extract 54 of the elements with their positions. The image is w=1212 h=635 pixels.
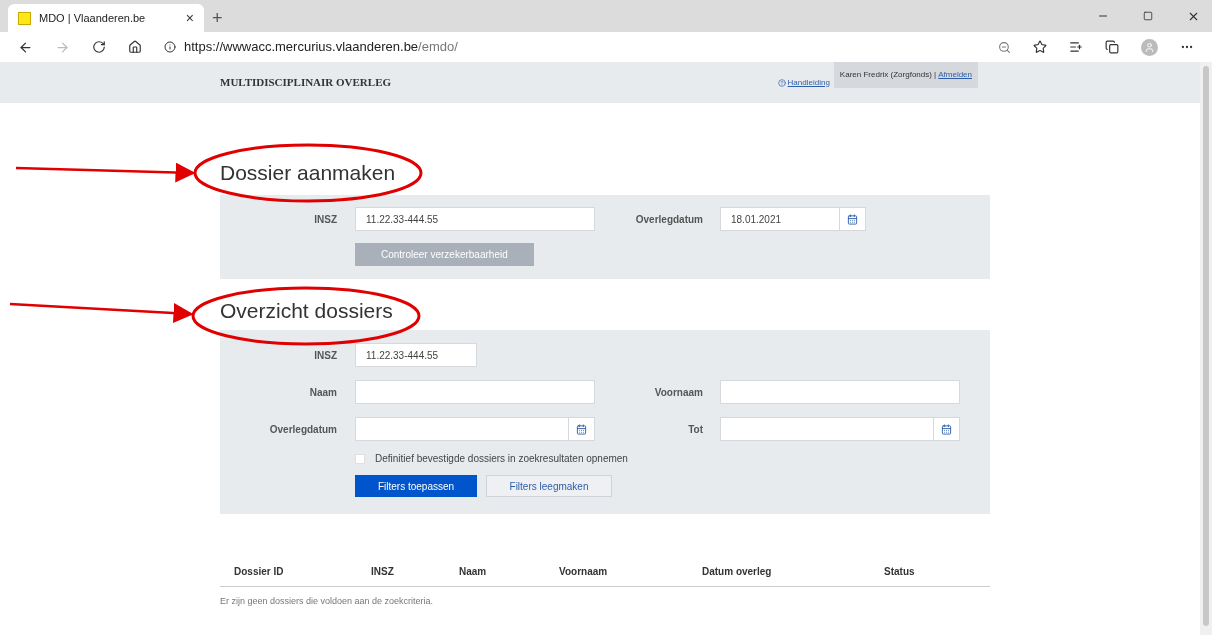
input-field[interactable]	[720, 380, 960, 404]
field-label: Naam	[308, 385, 337, 400]
collections-icon[interactable]	[1105, 40, 1119, 54]
column-header: Voornaam	[559, 566, 608, 577]
section-heading: Overzicht dossiers	[220, 298, 393, 324]
calendar-icon	[847, 213, 858, 225]
user-name: Karen Fredrix (Zorgfonds) |	[839, 69, 937, 81]
back-icon[interactable]	[18, 39, 33, 55]
field-label: INSZ	[313, 348, 337, 363]
scrollbar[interactable]	[1200, 62, 1212, 635]
reload-icon[interactable]	[92, 40, 106, 54]
person-icon	[1144, 41, 1155, 53]
help-icon	[777, 78, 786, 87]
tab-title: MDO | Vlaanderen.be	[39, 10, 147, 26]
date-field[interactable]	[720, 417, 960, 441]
field-label: Overlegdatum	[634, 212, 703, 227]
new-tab-button[interactable]: +	[204, 4, 231, 32]
field-label: Overlegdatum	[268, 422, 337, 437]
column-header: INSZ	[371, 566, 394, 577]
input-field[interactable]	[355, 380, 595, 404]
browser-tab[interactable]: MDO | Vlaanderen.be ×	[8, 4, 204, 32]
address-bar[interactable]: https://wwwacc.mercurius.vlaanderen.be/emdo/	[164, 34, 1011, 60]
calendar-icon	[941, 423, 952, 435]
empty-message: Er zijn geen dossiers die voldoen aan de zoekcriteria.	[220, 595, 435, 608]
field-label: INSZ	[313, 212, 337, 227]
zoom-icon[interactable]	[998, 40, 1011, 54]
column-header: Datum overleg	[702, 566, 772, 577]
site-title: MULTIDISCIPLINAIR OVERLEG	[220, 75, 392, 91]
column-header: Dossier ID	[234, 566, 284, 577]
date-field[interactable]: 18.01.2021	[720, 207, 866, 231]
field-label: Voornaam	[653, 385, 703, 400]
checkbox-label: Definitief bevestigde dossiers in zoekresultaten opnemen	[375, 452, 628, 466]
column-header: Status	[884, 566, 915, 577]
input-field[interactable]: 11.22.33-444.55	[355, 207, 595, 231]
field-label: Tot	[687, 422, 703, 437]
input-field[interactable]: 11.22.33-444.55	[355, 343, 477, 367]
logout-link[interactable]: Afmelden	[938, 69, 972, 81]
maximize-icon[interactable]	[1143, 11, 1153, 21]
site-logo-icon	[18, 11, 31, 25]
apply-filters-button[interactable]: Filters toepassen	[355, 475, 477, 497]
favorite-icon[interactable]	[1033, 40, 1047, 54]
tab-close-button[interactable]: ×	[185, 7, 194, 29]
checkbox[interactable]	[355, 453, 365, 464]
url-text: https://wwwacc.mercurius.vlaanderen.be/emdo/	[184, 38, 458, 57]
calendar-icon	[576, 423, 587, 435]
date-field[interactable]	[355, 417, 595, 441]
help-link[interactable]: Handleiding	[777, 76, 830, 89]
clear-filters-button[interactable]: Filters leegmaken	[486, 475, 612, 497]
field-value: 18.01.2021	[731, 213, 782, 225]
column-header: Naam	[459, 566, 487, 577]
home-icon[interactable]	[128, 40, 142, 54]
favorites-list-icon[interactable]	[1069, 40, 1083, 54]
section-heading: Dossier aanmaken	[220, 160, 396, 186]
site-info-icon[interactable]	[164, 41, 176, 53]
